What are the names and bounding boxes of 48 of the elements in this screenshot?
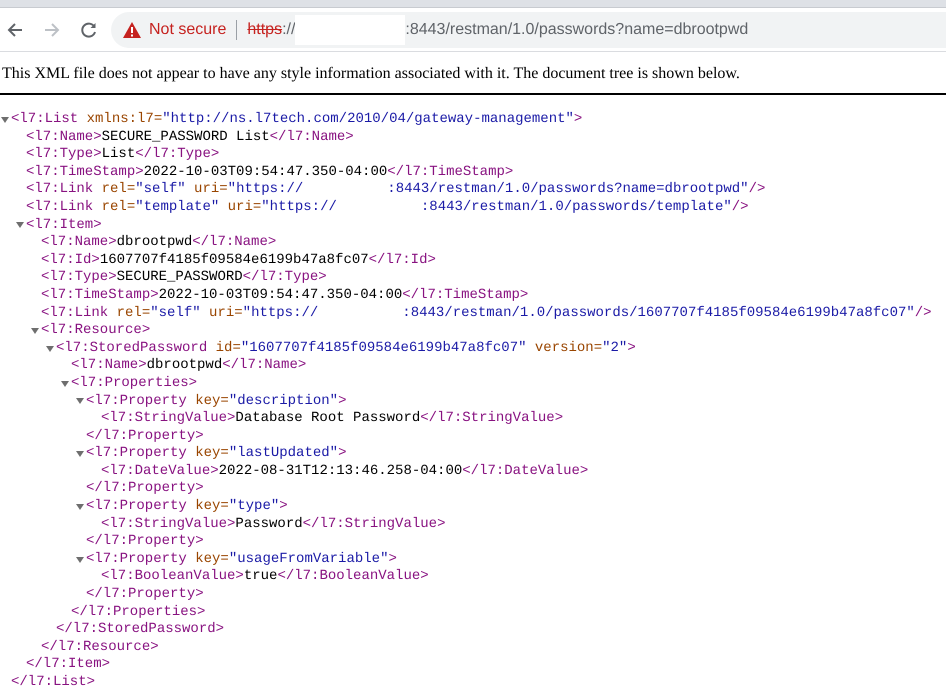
xml-line: <l7:Link rel="self" uri="https:// :8443/restman/1.0/passwords?name=dbrootpwd"/> [26,181,766,199]
security-label[interactable]: Not secure [149,18,226,42]
xml-close-tag: </l7:StoredPassword> [56,621,946,639]
collapse-triangle-icon[interactable] [1,116,9,124]
collapse-triangle-icon[interactable] [31,326,39,335]
xml-close-tag: </l7:Properties> [71,604,946,622]
xml-close-tag: </l7:Property> [86,533,946,551]
xml-line: <l7:Name>SECURE_PASSWORD List</l7:Name> [26,128,354,146]
warning-icon [123,22,141,38]
xml-open-tag: <l7:Property key="usageFromVariable"> [86,550,397,568]
xml-open-tag: <l7:List xmlns:l7="http://ns.l7tech.com/2010/04/gateway-management"> [11,111,582,129]
xml-open-tag: <l7:StoredPassword id="1607707f4185f09584e6199b47a8fc07" version="2"> [56,340,636,358]
xml-open-tag: <l7:Property key="description"> [86,392,346,410]
xml-line: <l7:StringValue>Password</l7:StringValue> [101,516,446,534]
xml-style-notice: This XML file does not appear to have any style information associated with it. The document tree is shown below. [1,64,741,84]
xml-open-tag: <l7:Item> [26,216,102,234]
collapse-triangle-icon[interactable] [16,221,24,230]
xml-close-tag: </l7:Property> [86,586,946,604]
xml-close-tag: </l7:Property> [86,480,946,498]
xml-line: <l7:TimeStamp>2022-10-03T09:54:47.350-04:00</l7:TimeStamp> [41,286,528,305]
xml-line: <l7:BooleanValue>true</l7:BooleanValue> [101,568,429,586]
xml-open-tag: <l7:Property key="type"> [86,498,288,516]
xml-line: <l7:Link rel="template" uri="https:// :8443/restman/1.0/passwords/template"/> [26,198,749,217]
xml-line: <l7:Type>List</l7:Type> [26,146,220,164]
xml-open-tag: <l7:Properties> [71,374,198,392]
xml-open-tag: <l7:Property key="lastUpdated"> [86,445,346,463]
reload-icon[interactable] [79,20,99,40]
xml-close-tag: </l7:Item> [26,656,946,674]
xml-line: <l7:Id>1607707f4185f09584e6199b47a8fc07</l7:Id> [41,252,436,270]
xml-line: <l7:Link rel="self" uri="https:// :8443/restman/1.0/passwords/1607707f4185f09584e6199b47a8fc07"/> [41,304,932,322]
xml-line: <l7:Name>dbrootpwd</l7:Name> [71,357,306,375]
xml-close-tag: </l7:List> [11,674,946,689]
xml-line: <l7:Name>dbrootpwd</l7:Name> [41,234,276,252]
xml-line: <l7:DateValue>2022-08-31T12:13:46.258-04:00</l7:DateValue> [101,462,588,480]
xml-line: <l7:TimeStamp>2022-10-03T09:54:47.350-04:00</l7:TimeStamp> [26,164,514,182]
url-text: https:// :8443/restman/1.0/passwords?name=dbrootpwd [247,14,748,44]
collapse-triangle-icon[interactable] [76,502,84,511]
collapse-triangle-icon[interactable] [76,556,84,564]
xml-close-tag: </l7:Resource> [41,638,946,656]
address-bar[interactable]: Not secure https:// :8443/restman/1.0/passwords?name=dbrootpwd [111,12,946,48]
collapse-triangle-icon[interactable] [46,344,54,353]
xml-open-tag: <l7:Resource> [41,322,150,340]
collapse-triangle-icon[interactable] [76,450,84,458]
collapse-triangle-icon[interactable] [61,380,69,388]
xml-line: <l7:StringValue>Database Root Password</l7:StringValue> [101,410,564,428]
xml-line: <l7:Type>SECURE_PASSWORD</l7:Type> [41,269,327,287]
collapse-triangle-icon[interactable] [76,397,84,406]
xml-close-tag: </l7:Property> [86,428,946,446]
